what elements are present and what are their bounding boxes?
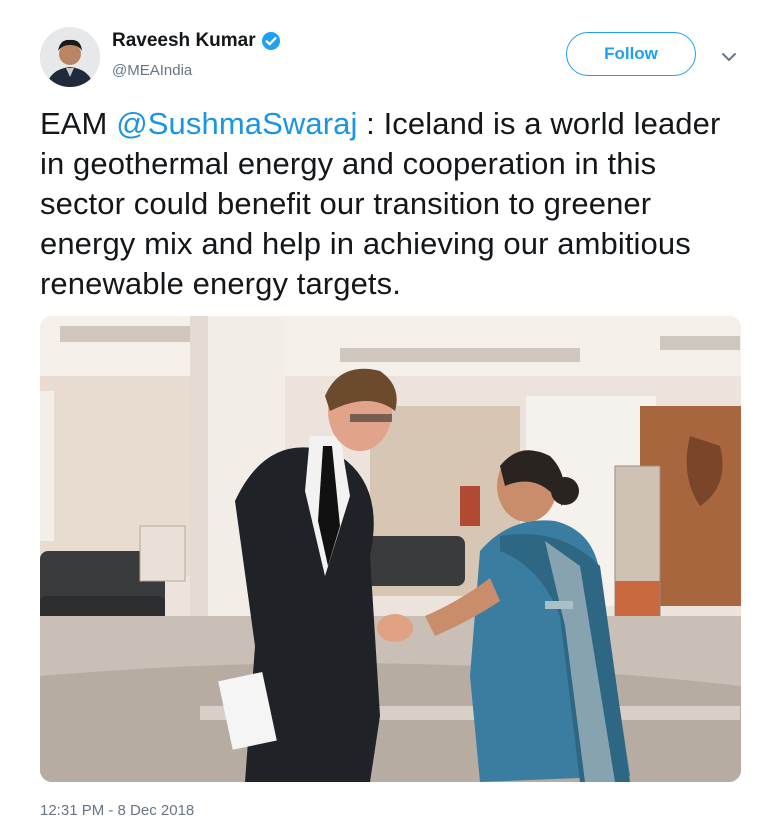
author-handle[interactable]: @MEAIndia xyxy=(112,62,192,79)
mention-link[interactable]: @SushmaSwaraj xyxy=(116,106,357,141)
tweet-prefix: EAM xyxy=(40,106,117,141)
tweet-timestamp[interactable]: 12:31 PM - 8 Dec 2018 xyxy=(40,802,194,819)
chevron-down-icon[interactable] xyxy=(720,48,738,66)
follow-button[interactable]: Follow xyxy=(566,32,696,76)
tweet-photo[interactable] xyxy=(40,316,741,782)
verified-badge-icon xyxy=(261,31,281,51)
author-display-name[interactable]: Raveesh Kumar xyxy=(112,30,256,52)
author-name-row: Raveesh Kumar xyxy=(112,30,281,52)
tweet-text: EAM @SushmaSwaraj : Iceland is a world l… xyxy=(40,104,740,304)
avatar[interactable] xyxy=(40,27,100,87)
tweet-card: Raveesh Kumar @MEAIndia Follow EAM @Sush… xyxy=(0,0,765,827)
